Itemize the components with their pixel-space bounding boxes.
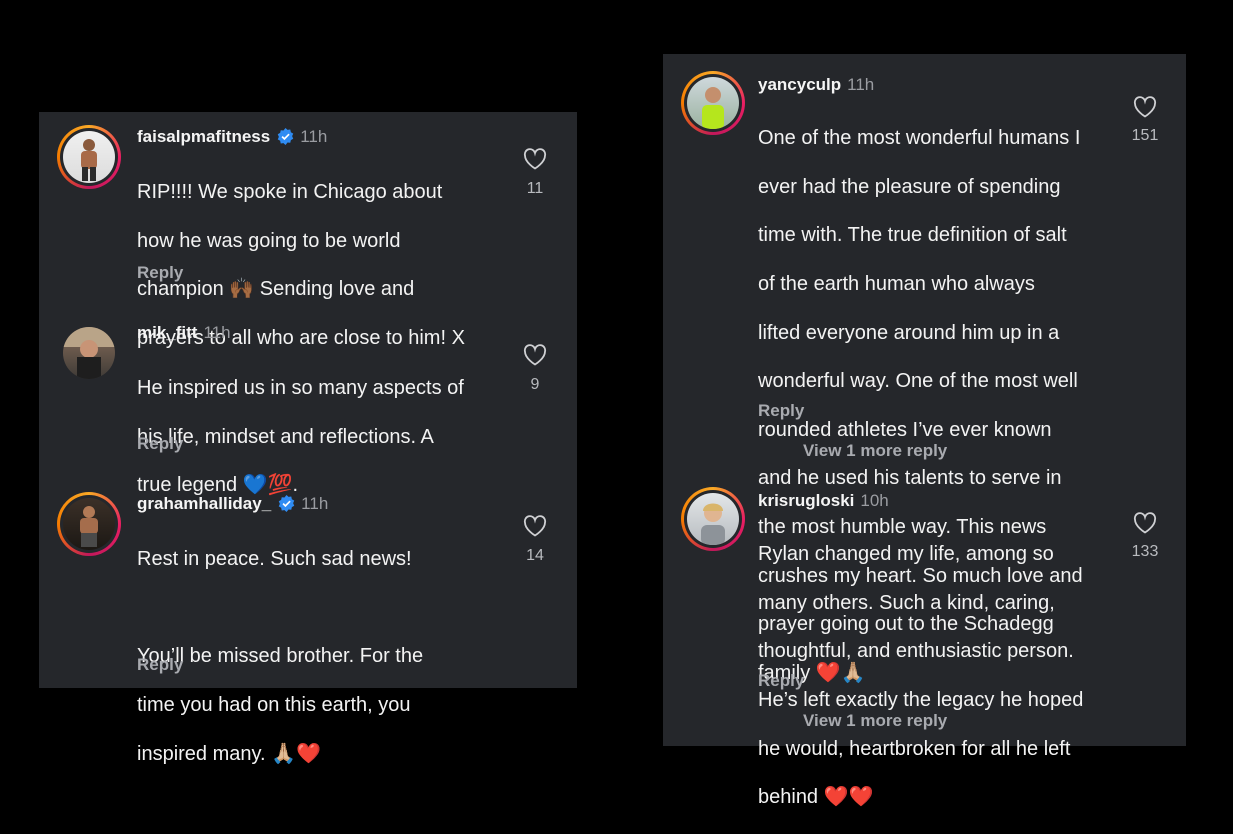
reply-button[interactable]: Reply (137, 263, 183, 283)
view-more-replies-button[interactable]: View 1 more reply (803, 711, 947, 731)
like-count: 151 (1131, 127, 1159, 144)
heart-outline-icon[interactable] (1133, 96, 1157, 118)
heart-outline-icon[interactable] (523, 515, 547, 537)
username[interactable]: grahamhalliday_ (137, 494, 271, 513)
avatar[interactable] (57, 321, 121, 385)
like-count: 9 (530, 376, 540, 393)
timestamp: 11h (847, 75, 875, 94)
reply-button[interactable]: Reply (137, 434, 183, 454)
comments-panel-right: yancyculp 11h One of the most wonderful h… (663, 54, 1186, 808)
timestamp: 10h (860, 491, 889, 510)
heart-outline-icon[interactable] (523, 148, 547, 170)
reply-button[interactable]: Reply (758, 671, 804, 691)
username[interactable]: mik_fitt (137, 323, 197, 342)
like-count: 133 (1131, 543, 1159, 560)
username[interactable]: krisrugloski (758, 491, 854, 510)
reply-button[interactable]: Reply (137, 655, 183, 675)
timestamp: 11h (203, 323, 231, 342)
reply-button[interactable]: Reply (758, 401, 804, 421)
like-count: 14 (526, 547, 544, 564)
username[interactable]: yancyculp (758, 75, 841, 94)
view-more-replies-button[interactable]: View 1 more reply (803, 441, 947, 461)
comment-text: Rylan changed my life, among so many oth… (758, 543, 1084, 809)
avatar[interactable] (681, 71, 745, 135)
avatar[interactable] (681, 487, 745, 551)
heart-outline-icon[interactable] (523, 344, 547, 366)
timestamp: 11h (300, 127, 328, 146)
comments-panel-left: faisalpmafitness 11h RIP!!!! We spoke in … (39, 112, 577, 765)
heart-outline-icon[interactable] (1133, 512, 1157, 534)
avatar[interactable] (57, 125, 121, 189)
verified-badge-icon (277, 128, 294, 145)
verified-badge-icon (278, 495, 295, 512)
timestamp: 11h (301, 494, 329, 513)
avatar[interactable] (57, 492, 121, 556)
like-count: 11 (526, 180, 544, 197)
username[interactable]: faisalpmafitness (137, 127, 270, 146)
